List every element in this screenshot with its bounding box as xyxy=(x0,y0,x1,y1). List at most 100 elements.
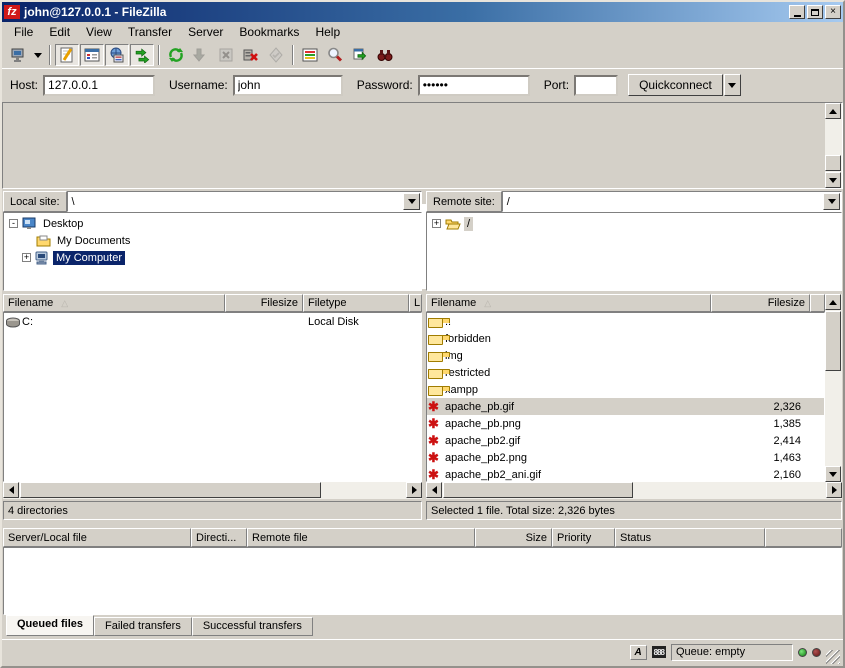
remote-site-combobox[interactable]: / xyxy=(502,191,842,212)
scroll-down-button[interactable] xyxy=(825,172,841,188)
local-file-row[interactable]: C: Local Disk xyxy=(4,313,421,330)
column-header-filename[interactable]: Filename △ xyxy=(3,294,225,312)
expand-expander[interactable]: + xyxy=(22,253,31,262)
tree-item-my-documents[interactable]: My Documents xyxy=(4,232,421,249)
cancel-operation-button[interactable] xyxy=(214,44,238,66)
column-header-filesize[interactable]: Filesize xyxy=(711,294,810,312)
column-header-status[interactable]: Status xyxy=(615,528,765,547)
menu-bookmarks[interactable]: Bookmarks xyxy=(231,23,307,41)
password-input[interactable] xyxy=(418,75,530,96)
site-manager-dropdown-button[interactable] xyxy=(31,44,45,66)
quickconnect-dropdown-button[interactable] xyxy=(724,74,741,96)
queue-size-panel: Queue: empty xyxy=(671,644,793,661)
find-files-button[interactable] xyxy=(323,44,347,66)
username-input[interactable] xyxy=(233,75,343,96)
remote-file-row[interactable]: forbidden xyxy=(427,330,824,347)
toggle-message-log-button[interactable] xyxy=(55,44,79,66)
synchronized-browsing-button[interactable] xyxy=(373,44,397,66)
collapse-expander[interactable]: - xyxy=(9,219,18,228)
tab-queued-files[interactable]: Queued files xyxy=(6,615,94,636)
folder-icon xyxy=(427,367,445,379)
scrollbar-thumb[interactable] xyxy=(825,155,841,171)
minimize-button[interactable] xyxy=(789,5,805,19)
tab-successful-transfers[interactable]: Successful transfers xyxy=(192,617,313,636)
expand-expander[interactable]: + xyxy=(432,219,441,228)
menu-view[interactable]: View xyxy=(78,23,120,41)
disconnect-button[interactable] xyxy=(239,44,263,66)
scrollbar-thumb[interactable] xyxy=(825,311,841,371)
scroll-up-button[interactable] xyxy=(825,294,841,310)
menu-edit[interactable]: Edit xyxy=(41,23,78,41)
column-header-server-local-file[interactable]: Server/Local file xyxy=(3,528,191,547)
remote-file-row[interactable]: ✱ apache_pb2_ani.gif 2,160 xyxy=(427,466,824,482)
scroll-left-button[interactable] xyxy=(3,482,19,498)
local-site-label: Local site: xyxy=(3,191,67,212)
maximize-button[interactable] xyxy=(807,5,823,19)
scrollbar-thumb[interactable] xyxy=(20,482,321,498)
port-input[interactable] xyxy=(574,75,618,96)
remote-list-vscrollbar[interactable] xyxy=(825,294,842,482)
tab-failed-transfers[interactable]: Failed transfers xyxy=(94,617,192,636)
process-queue-button[interactable] xyxy=(189,44,213,66)
local-list-hscrollbar[interactable] xyxy=(3,482,422,499)
menu-server[interactable]: Server xyxy=(180,23,231,41)
scroll-left-button[interactable] xyxy=(426,482,442,498)
reconnect-button[interactable] xyxy=(264,44,288,66)
local-site-combobox[interactable]: \ xyxy=(67,191,422,212)
scroll-up-button[interactable] xyxy=(825,103,841,119)
close-button[interactable]: × xyxy=(825,5,841,19)
local-status-text: 4 directories xyxy=(8,505,68,517)
scrollbar-thumb[interactable] xyxy=(443,482,633,498)
my-computer-icon xyxy=(35,251,50,265)
column-header-filename[interactable]: Filename △ xyxy=(426,294,711,312)
quickconnect-button[interactable]: Quickconnect xyxy=(628,74,723,96)
remote-file-row[interactable]: img xyxy=(427,347,824,364)
title-bar[interactable]: fz john@127.0.0.1 - FileZilla × xyxy=(2,2,843,22)
transfer-queue-list[interactable] xyxy=(3,547,842,615)
refresh-button[interactable] xyxy=(164,44,188,66)
column-header-last-modified[interactable]: L xyxy=(409,294,422,312)
remote-file-row[interactable]: ✱ apache_pb2.png 1,463 xyxy=(427,449,824,466)
remote-file-row[interactable]: ✱ apache_pb.png 1,385 xyxy=(427,415,824,432)
host-input[interactable] xyxy=(43,75,155,96)
scroll-down-button[interactable] xyxy=(825,466,841,482)
remote-file-row[interactable]: restricted xyxy=(427,364,824,381)
data-type-indicator[interactable]: A xyxy=(630,645,647,660)
menu-transfer[interactable]: Transfer xyxy=(120,23,180,41)
column-header-filetype[interactable]: Filetype xyxy=(303,294,409,312)
remote-list-hscrollbar[interactable] xyxy=(426,482,842,499)
toggle-transfer-queue-button[interactable] xyxy=(130,44,154,66)
toggle-remote-tree-button[interactable] xyxy=(105,44,129,66)
folder-icon xyxy=(427,333,445,345)
scroll-right-button[interactable] xyxy=(406,482,422,498)
arrow-left-icon xyxy=(432,486,437,494)
toggle-local-tree-button[interactable] xyxy=(80,44,104,66)
remote-file-row[interactable]: .. xyxy=(427,313,824,330)
tree-item-desktop[interactable]: - Desktop xyxy=(4,215,421,232)
site-manager-button[interactable] xyxy=(6,44,30,66)
speed-limit-icon[interactable]: 888 xyxy=(652,646,666,658)
column-header-priority[interactable]: Priority xyxy=(552,528,615,547)
resize-grip[interactable] xyxy=(826,650,840,664)
column-header-remote-file[interactable]: Remote file xyxy=(247,528,475,547)
column-header-filesize[interactable]: Filesize xyxy=(225,294,303,312)
scroll-right-button[interactable] xyxy=(826,482,842,498)
log-scrollbar[interactable] xyxy=(825,103,842,188)
remote-file-row-selected[interactable]: ✱ apache_pb.gif 2,326 xyxy=(427,398,824,415)
remote-file-row[interactable]: ✱ apache_pb2.gif 2,414 xyxy=(427,432,824,449)
menu-file[interactable]: File xyxy=(6,23,41,41)
column-label: Filename xyxy=(431,297,476,309)
tree-item-my-computer[interactable]: + My Computer xyxy=(4,249,421,266)
tree-item-root[interactable]: + / xyxy=(427,215,841,232)
column-header-size[interactable]: Size xyxy=(475,528,552,547)
remote-site-dropdown-button[interactable] xyxy=(823,193,840,210)
arrow-up-icon xyxy=(829,109,837,114)
column-header-direction[interactable]: Directi... xyxy=(191,528,247,547)
column-label: L xyxy=(414,297,420,309)
menu-help[interactable]: Help xyxy=(307,23,348,41)
filter-button[interactable] xyxy=(298,44,322,66)
remote-file-row[interactable]: xampp xyxy=(427,381,824,398)
local-site-dropdown-button[interactable] xyxy=(403,193,420,210)
my-documents-icon xyxy=(36,234,51,247)
directory-comparison-button[interactable] xyxy=(348,44,372,66)
